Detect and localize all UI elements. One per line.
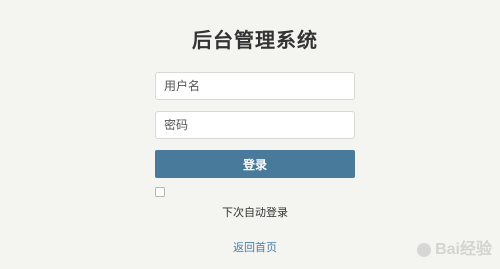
password-input[interactable] — [155, 111, 355, 139]
page-title: 后台管理系统 — [192, 28, 318, 52]
watermark-text: Bai经验 — [435, 241, 492, 258]
paw-logo-icon — [416, 242, 431, 257]
remember-label: 下次自动登录 — [222, 206, 288, 219]
login-button[interactable]: 登录 — [155, 150, 355, 178]
username-input[interactable] — [155, 72, 355, 100]
remember-checkbox[interactable] — [155, 187, 165, 197]
watermark: Bai经验 — [416, 235, 492, 259]
